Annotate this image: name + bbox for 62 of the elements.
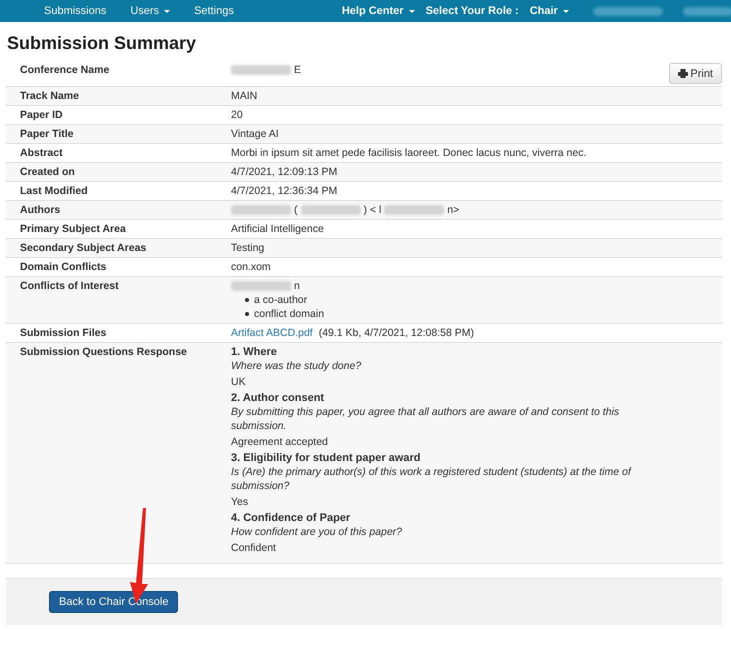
field-value: Vintage AI	[231, 128, 279, 140]
value-text: (	[294, 203, 298, 217]
question-prompt: By submitting this paper, you agree that all authors are aware of and consent to this submission.	[231, 405, 620, 433]
field-label: Paper Title	[20, 128, 74, 140]
conflict-reason: conflict domain	[254, 307, 324, 321]
question-prompt: Is (Are) the primary author(s) of this work a registered student (students) at the time of submission?	[231, 465, 631, 493]
question-title: 1. Where	[231, 345, 278, 359]
nav-link[interactable]: Submissions	[32, 5, 118, 17]
field-value: con.xom	[231, 261, 271, 273]
print-button[interactable]: Print	[669, 63, 722, 84]
field-label: Authors	[20, 204, 60, 216]
field-label: Submission Files	[20, 327, 106, 339]
question-title: 3. Eligibility for student paper award	[231, 451, 422, 465]
field-label: Secondary Subject Areas	[20, 242, 146, 254]
page-title: Submission Summary	[7, 33, 198, 54]
question-title: 4. Confidence of Paper	[231, 511, 352, 525]
value-text: E	[294, 63, 302, 77]
question-prompt: Where was the study done?	[231, 359, 362, 373]
question-title: 2. Author consent	[231, 391, 326, 405]
field-label: Conference Name	[20, 64, 110, 76]
redacted-block	[300, 205, 360, 215]
redacted-block	[592, 6, 663, 16]
redacted-block	[384, 205, 444, 215]
field-label: Created on	[20, 166, 75, 178]
redacted-block	[231, 65, 291, 75]
value-text: n	[294, 279, 300, 293]
redacted-block	[682, 6, 731, 16]
nav-link[interactable]: Help Center	[336, 5, 421, 17]
bullet-icon	[245, 312, 249, 316]
field-label: Abstract	[20, 147, 63, 159]
question-answer: Agreement accepted	[231, 435, 329, 449]
field-value: 4/7/2021, 12:36:34 PM	[231, 185, 338, 197]
question-answer: UK	[231, 375, 247, 389]
redacted-block	[231, 281, 291, 291]
file-details: (49.1 Kb, 4/7/2021, 12:08:58 PM)	[318, 326, 474, 340]
question-answer: Yes	[231, 495, 250, 509]
field-value: Morbi in ipsum sit amet pede facilisis laoreet. Donec lacus nunc, viverra nec.	[231, 147, 586, 159]
question-prompt: How confident are you of this paper?	[231, 525, 404, 539]
conflict-reason: a co-author	[254, 293, 308, 307]
value-text: ) < l	[364, 203, 382, 217]
field-label: Track Name	[20, 90, 79, 102]
bullet-icon	[245, 298, 249, 302]
question-answer: Confident	[231, 541, 277, 555]
field-value: Artificial Intelligence	[231, 223, 324, 235]
file-link[interactable]: Artifact ABCD.pdf	[231, 326, 313, 340]
field-value: Testing	[231, 242, 264, 254]
field-value: 4/7/2021, 12:09:13 PM	[231, 166, 338, 178]
nav-link[interactable]: Users	[118, 5, 182, 17]
back-to-console-button[interactable]: Back to Chair Console	[49, 591, 178, 613]
field-value: MAIN	[231, 90, 258, 102]
field-value: 20	[231, 109, 243, 121]
nav-link[interactable]: Settings	[182, 5, 246, 17]
field-label: Last Modified	[20, 185, 88, 197]
field-label: Paper ID	[20, 109, 63, 121]
role-label: Select Your Role :	[424, 5, 520, 17]
field-label: Submission Questions Response	[20, 346, 187, 358]
field-label: Conflicts of Interest	[20, 280, 119, 292]
nav-link[interactable]: Chair	[524, 5, 575, 17]
redacted-block	[231, 205, 291, 215]
field-label: Primary Subject Area	[20, 223, 126, 235]
value-text: n>	[447, 203, 460, 217]
field-label: Domain Conflicts	[20, 261, 106, 273]
